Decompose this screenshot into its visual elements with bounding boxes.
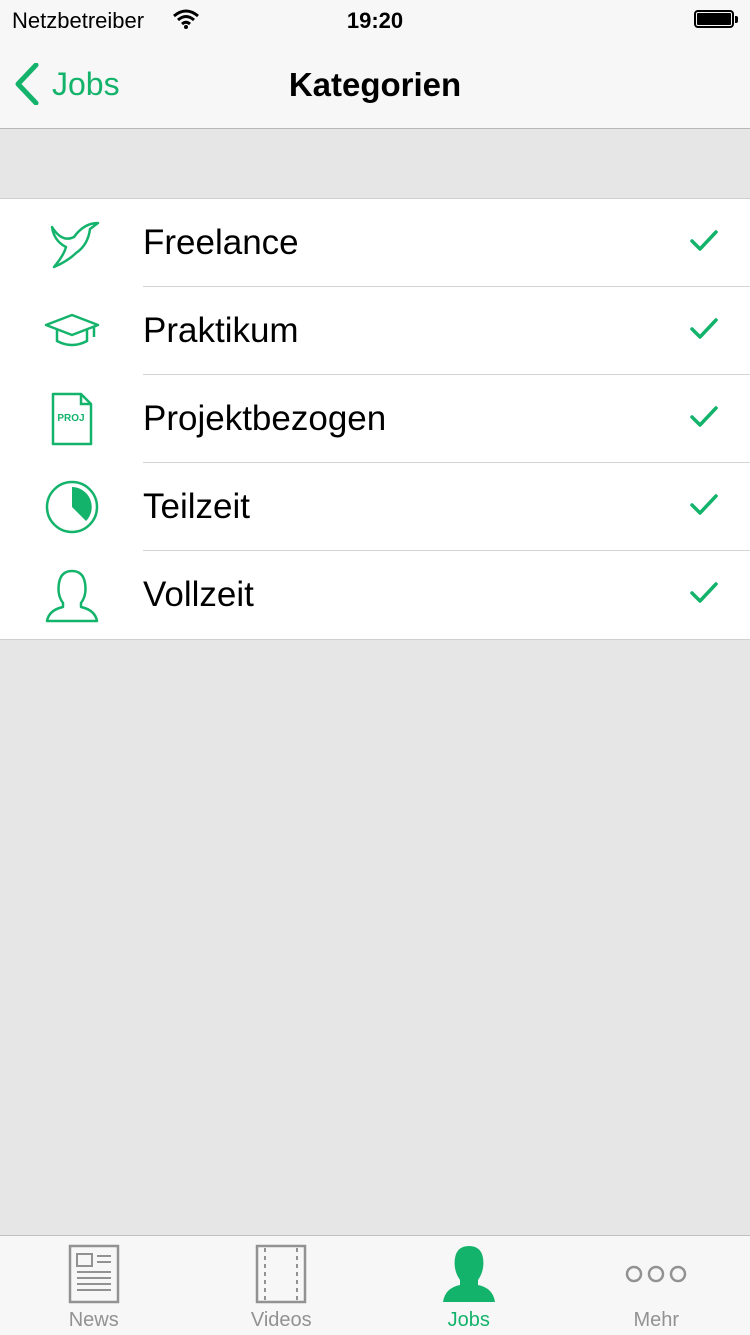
tab-bar: News Videos Jobs Mehr — [0, 1235, 750, 1335]
tab-label: Jobs — [375, 1309, 563, 1332]
more-dots-icon — [563, 1244, 750, 1304]
checkmark-icon — [690, 229, 718, 253]
category-label: Projektbezogen — [143, 399, 386, 439]
tab-news[interactable]: News — [0, 1236, 188, 1335]
category-row-projektbezogen[interactable]: PROJ Projektbezogen — [0, 375, 750, 463]
film-strip-icon — [188, 1244, 376, 1304]
project-document-icon: PROJ — [44, 389, 100, 449]
tab-videos[interactable]: Videos — [188, 1236, 376, 1335]
category-row-teilzeit[interactable]: Teilzeit — [0, 463, 750, 551]
tab-label: News — [0, 1309, 188, 1332]
person-silhouette-icon — [375, 1244, 563, 1304]
category-label: Teilzeit — [143, 487, 250, 527]
project-icon-text: PROJ — [57, 413, 84, 424]
battery-icon — [694, 10, 738, 30]
category-row-freelance[interactable]: Freelance — [0, 199, 750, 287]
category-label: Praktikum — [143, 311, 299, 351]
newspaper-icon — [0, 1244, 188, 1304]
category-row-vollzeit[interactable]: Vollzeit — [0, 551, 750, 639]
checkmark-icon — [690, 405, 718, 429]
graduation-cap-icon — [44, 301, 100, 361]
bird-icon — [44, 213, 100, 273]
checkmark-icon — [690, 317, 718, 341]
checkmark-icon — [690, 581, 718, 605]
navigation-bar: Jobs Kategorien — [0, 40, 750, 129]
tab-label: Videos — [188, 1309, 376, 1332]
category-list: Freelance Praktikum PROJ Pr — [0, 198, 750, 640]
checkmark-icon — [690, 493, 718, 517]
category-label: Freelance — [143, 223, 299, 263]
category-row-praktikum[interactable]: Praktikum — [0, 287, 750, 375]
category-label: Vollzeit — [143, 575, 254, 615]
person-outline-icon — [44, 565, 100, 625]
status-time: 19:20 — [0, 8, 750, 34]
page-title: Kategorien — [0, 66, 750, 104]
tab-jobs[interactable]: Jobs — [375, 1236, 563, 1335]
tab-label: Mehr — [563, 1309, 750, 1332]
pie-clock-icon — [44, 477, 100, 537]
tab-mehr[interactable]: Mehr — [563, 1236, 750, 1335]
status-bar: Netzbetreiber 19:20 — [0, 0, 750, 40]
